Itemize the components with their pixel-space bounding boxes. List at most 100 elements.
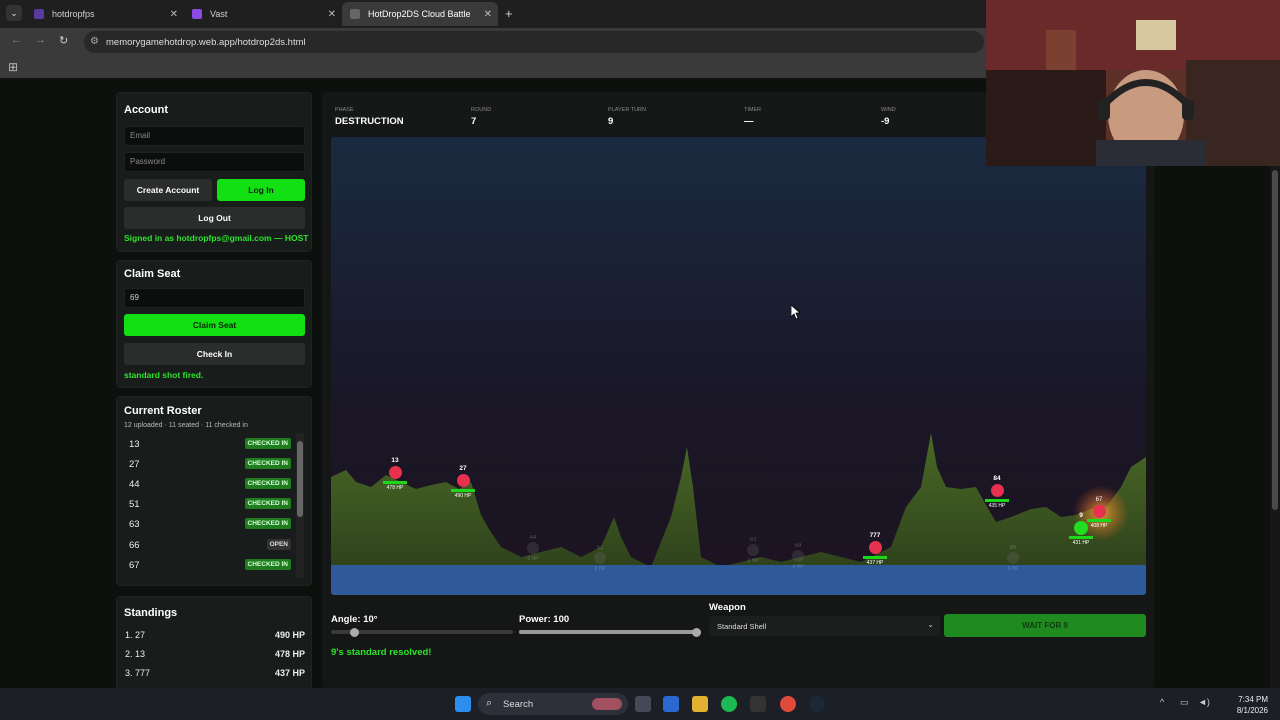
file-explorer-icon[interactable] bbox=[692, 696, 708, 712]
tab-favicon-icon bbox=[34, 9, 44, 19]
player-51[interactable]: 51 0 HP bbox=[588, 545, 612, 572]
clock-time: 7:34 PM bbox=[1238, 695, 1268, 704]
player-44[interactable]: 44 0 HP bbox=[521, 535, 545, 562]
chevron-down-icon: ⌄ bbox=[927, 620, 934, 629]
player-id: 13 bbox=[391, 457, 399, 464]
tab-title: HotDrop2DS Cloud Battle bbox=[368, 9, 471, 19]
claim-seat-title: Claim Seat bbox=[124, 268, 181, 280]
steam-icon[interactable] bbox=[809, 696, 825, 712]
search-highlight-icon bbox=[592, 698, 622, 710]
task-view-icon[interactable] bbox=[635, 696, 651, 712]
standing-row: 3. 777 437 HP bbox=[125, 668, 305, 678]
standing-hp: 478 HP bbox=[274, 649, 305, 659]
roster-scroll-thumb[interactable] bbox=[297, 441, 303, 517]
roster-row: 44 CHECKED IN bbox=[125, 475, 293, 493]
apps-grid-icon[interactable]: ⊞ bbox=[8, 60, 18, 74]
roster-row: 63 CHECKED IN bbox=[125, 515, 293, 533]
power-slider-handle[interactable] bbox=[692, 627, 701, 637]
wait-turn-button[interactable]: WAIT FOR 9 bbox=[944, 614, 1146, 637]
hud-value: 9 bbox=[608, 116, 614, 127]
player-hp: 0 HP bbox=[747, 558, 759, 564]
player-84[interactable]: 84 435 HP bbox=[985, 475, 1009, 509]
angle-slider[interactable] bbox=[331, 627, 513, 637]
check-in-button[interactable]: Check In bbox=[124, 343, 305, 365]
tank-icon bbox=[868, 541, 882, 554]
seat-status: standard shot fired. bbox=[124, 370, 204, 380]
arena-canvas[interactable] bbox=[331, 137, 1146, 595]
player-hp: 435 HP bbox=[988, 503, 1006, 509]
player-hp: 0 HP bbox=[1007, 566, 1019, 572]
reload-icon[interactable]: ↻ bbox=[59, 34, 68, 47]
close-tab-icon[interactable]: ✕ bbox=[170, 9, 178, 20]
claim-seat-button[interactable]: Claim Seat bbox=[124, 314, 305, 336]
create-account-button[interactable]: Create Account bbox=[124, 179, 212, 201]
hud-fx-icon[interactable] bbox=[750, 696, 766, 712]
tab-favicon-icon bbox=[350, 9, 360, 19]
player-86[interactable]: 86 0 HP bbox=[1001, 545, 1025, 572]
tank-icon bbox=[990, 484, 1004, 497]
close-tab-icon[interactable]: ✕ bbox=[484, 9, 492, 20]
hud-label: PHASE bbox=[335, 107, 354, 113]
hud-label: PLAYER TURN bbox=[608, 107, 647, 113]
player-69[interactable]: 69 0 HP bbox=[786, 543, 810, 570]
forward-icon[interactable]: → bbox=[35, 34, 46, 46]
taskbar-search-label: Search bbox=[503, 699, 534, 710]
volume-icon[interactable]: ◄) bbox=[1198, 697, 1210, 707]
status-badge: CHECKED IN bbox=[244, 458, 291, 469]
player-777[interactable]: 777 437 HP bbox=[863, 532, 887, 566]
new-tab-icon[interactable]: + bbox=[505, 6, 513, 21]
angle-slider-handle[interactable] bbox=[350, 627, 360, 637]
standing-rank: 1. 27 bbox=[125, 630, 146, 640]
tab-vast[interactable]: Vast ✕ bbox=[184, 2, 342, 26]
player-id: 777 bbox=[869, 532, 881, 539]
page-scroll-thumb[interactable] bbox=[1272, 170, 1278, 510]
health-bar bbox=[451, 489, 475, 492]
tank-icon bbox=[1092, 505, 1106, 518]
weapon-value: Standard Shell bbox=[717, 622, 767, 631]
seat-number-field[interactable]: 69 bbox=[124, 288, 305, 308]
hud-label: TIMER bbox=[744, 107, 762, 113]
player-13[interactable]: 13 478 HP bbox=[383, 457, 407, 491]
back-icon[interactable]: ← bbox=[11, 34, 22, 46]
page-scrollbar[interactable] bbox=[1270, 80, 1280, 688]
site-info-icon[interactable]: ⚙ bbox=[90, 36, 99, 47]
system-clock[interactable]: 7:34 PM 8/1/2026 bbox=[1237, 694, 1268, 716]
battle-arena[interactable]: 13 478 HP 27 490 HP 44 0 HP 51 0 HP 63 0… bbox=[331, 137, 1146, 595]
power-slider[interactable] bbox=[519, 627, 701, 637]
standing-rank: 2. 13 bbox=[125, 649, 146, 659]
roster-row: 67 CHECKED IN bbox=[125, 556, 293, 574]
health-bar bbox=[383, 481, 407, 484]
weapon-label: Weapon bbox=[709, 602, 746, 613]
player-27[interactable]: 27 490 HP bbox=[451, 465, 475, 499]
standings-panel: Standings 1. 27 490 HP 2. 13 478 HP 3. 777… bbox=[116, 596, 312, 688]
standing-row: 2. 13 478 HP bbox=[125, 649, 305, 659]
roster-row: 13 CHECKED IN bbox=[125, 435, 293, 453]
player-id: 84 bbox=[993, 475, 1001, 482]
network-icon[interactable]: ▭ bbox=[1180, 697, 1189, 708]
tab-hotdrop2ds[interactable]: HotDrop2DS Cloud Battle ✕ bbox=[342, 2, 498, 26]
spotify-icon[interactable] bbox=[721, 696, 737, 712]
player-id: 67 bbox=[1095, 497, 1103, 503]
tray-chevron-up-icon[interactable]: ^ bbox=[1160, 697, 1164, 707]
hud-label: ROUND bbox=[471, 107, 492, 113]
close-tab-icon[interactable]: ✕ bbox=[328, 9, 336, 20]
password-field[interactable]: Password bbox=[124, 152, 305, 172]
roster-scrollbar[interactable] bbox=[296, 433, 304, 578]
status-badge: CHECKED IN bbox=[244, 559, 291, 570]
email-field[interactable]: Email bbox=[124, 126, 305, 146]
player-id: 44 bbox=[529, 535, 537, 541]
notepad-icon[interactable] bbox=[663, 696, 679, 712]
health-bar bbox=[863, 556, 887, 559]
player-hp: 478 HP bbox=[386, 485, 404, 491]
login-button[interactable]: Log In bbox=[217, 179, 305, 201]
roster-row: 51 CHECKED IN bbox=[125, 495, 293, 513]
player-67[interactable]: 67 408 HP bbox=[1087, 497, 1111, 529]
windows-start-icon[interactable] bbox=[455, 696, 471, 712]
logout-button[interactable]: Log Out bbox=[124, 207, 305, 229]
roster-row: 66 OPEN bbox=[125, 536, 293, 554]
tab-hotdropfps[interactable]: hotdropfps ✕ bbox=[26, 2, 184, 26]
chrome-icon[interactable] bbox=[780, 696, 796, 712]
player-63[interactable]: 63 0 HP bbox=[741, 537, 765, 564]
weapon-select[interactable]: Standard Shell ⌄ bbox=[709, 616, 940, 636]
tab-search-menu-icon[interactable]: ⌄ bbox=[6, 5, 22, 21]
